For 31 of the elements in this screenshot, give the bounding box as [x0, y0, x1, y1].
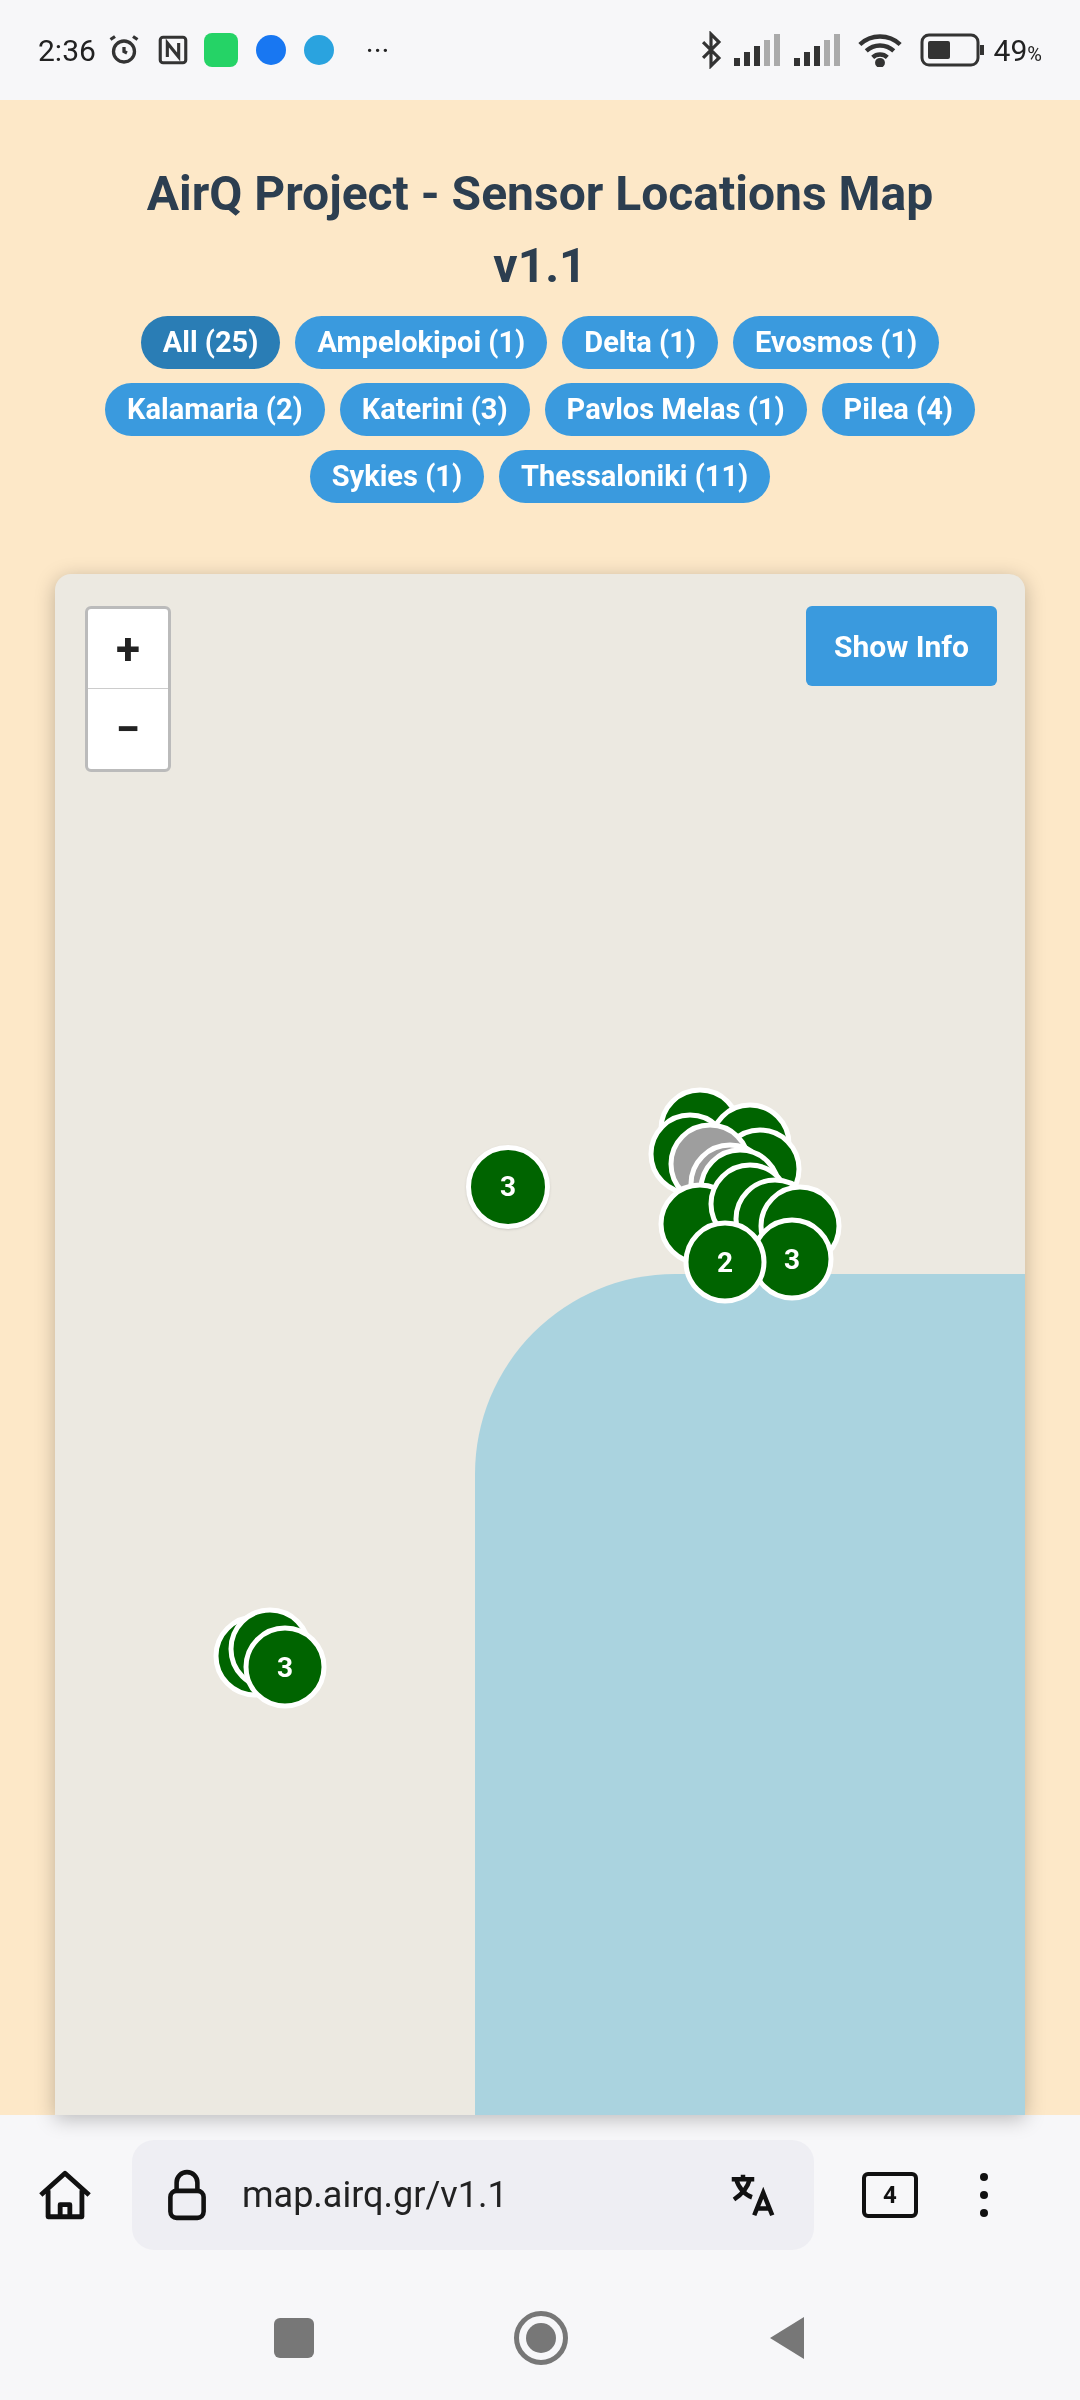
wifi-icon: [857, 33, 902, 67]
filter-chip[interactable]: Kalamaria (2): [105, 383, 325, 436]
filter-chip[interactable]: Pavlos Melas (1): [544, 383, 807, 436]
filter-chip[interactable]: Pilea (4): [821, 383, 975, 436]
status-time: 2:36: [38, 31, 96, 70]
page-title: AirQ Project - Sensor Locations Map v1.1: [145, 164, 935, 296]
filter-chip[interactable]: Delta (1): [562, 316, 718, 369]
filter-chip[interactable]: Katerini (3): [339, 383, 530, 436]
recents-button[interactable]: [274, 2317, 314, 2358]
menu-icon[interactable]: [978, 2171, 990, 2219]
home-icon[interactable]: [36, 2168, 94, 2222]
filter-chip[interactable]: Sykies (1): [309, 450, 485, 503]
home-button[interactable]: [514, 2310, 568, 2365]
battery-icon: [919, 33, 986, 67]
marker-cluster-drawing[interactable]: 2 3: [635, 1084, 850, 1309]
map-card[interactable]: + − Show Info 3 2 3 3: [55, 574, 1025, 2115]
cluster-marker[interactable]: 3: [466, 1145, 550, 1229]
filter-chip[interactable]: Ampelokipoi (1): [295, 316, 548, 369]
lock-icon: [166, 2168, 208, 2222]
url-text: map.airq.gr/v1.1: [242, 2173, 508, 2218]
filter-chip[interactable]: Thessaloniki (11): [499, 450, 771, 503]
filter-chip[interactable]: Evosmos (1): [732, 316, 940, 369]
url-field[interactable]: map.airq.gr/v1.1: [132, 2140, 814, 2250]
zoom-out-button[interactable]: −: [88, 689, 168, 769]
show-info-button[interactable]: Show Info: [806, 606, 997, 686]
zoom-in-button[interactable]: +: [88, 609, 168, 689]
tab-count[interactable]: 4: [862, 2172, 918, 2218]
back-icon[interactable]: [768, 2314, 806, 2361]
more-notifications: ···: [365, 31, 390, 70]
filter-chip[interactable]: All (25): [140, 316, 281, 369]
battery-percent: 49%: [993, 31, 1042, 70]
